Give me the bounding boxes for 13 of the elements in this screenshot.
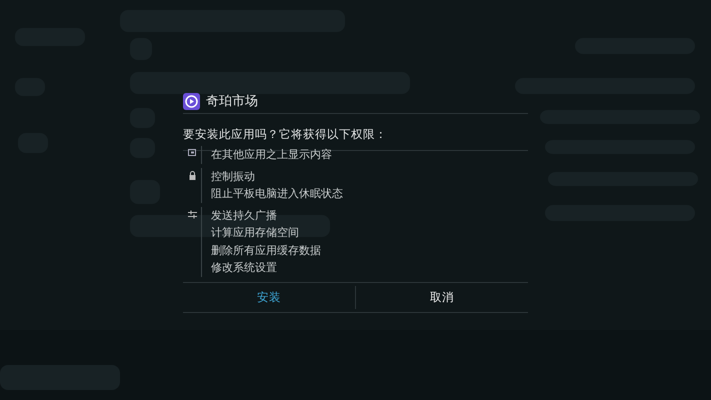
permission-text: 阻止平板电脑进入休眠状态: [211, 186, 343, 202]
install-button[interactable]: 安装: [183, 283, 355, 312]
permission-text: 修改系统设置: [211, 260, 278, 276]
permission-text: 控制振动: [211, 168, 256, 184]
cancel-button[interactable]: 取消: [356, 283, 528, 312]
lock-icon: [188, 170, 196, 180]
app-logo-icon: [183, 92, 200, 110]
dialog-title: 奇珀市场: [206, 93, 258, 110]
sliders-icon: [188, 210, 196, 218]
permission-text: 计算应用存储空间: [211, 225, 300, 241]
permission-text: 删除所有应用缓存数据: [211, 242, 321, 258]
window-icon: [188, 149, 196, 156]
permission-text: 发送持久广播: [211, 208, 278, 224]
